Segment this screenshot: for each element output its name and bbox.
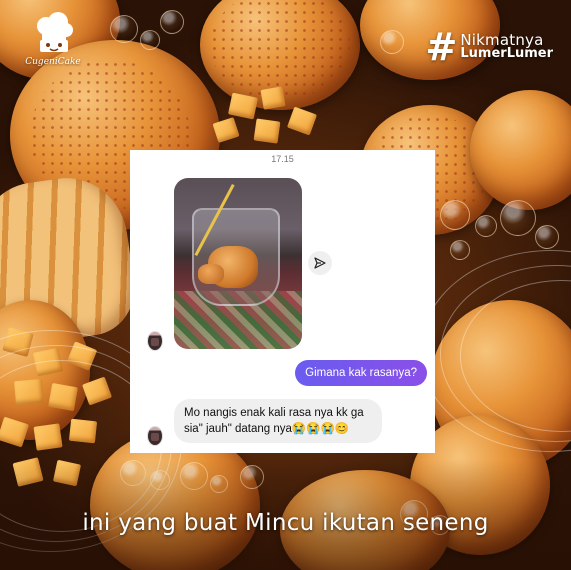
chef-cake-icon xyxy=(37,12,73,52)
caption-text: ini yang buat Mincu ikutan seneng xyxy=(82,510,489,536)
sent-message-bubble[interactable]: Gimana kak rasanya? xyxy=(295,360,427,386)
hashtag-label: # Nikmatnya LumerLumer xyxy=(425,25,553,69)
send-icon xyxy=(314,257,326,269)
avatar[interactable] xyxy=(147,426,163,446)
chat-screenshot-card: 17.15 Gimana kak rasanya? Mo nangis enak… xyxy=(130,150,435,453)
brand-logo: CugeniCake xyxy=(18,12,88,67)
shared-photo-message[interactable] xyxy=(174,178,302,349)
logo-text: CugeniCake xyxy=(25,57,81,67)
hashtag-line-1: Nikmatnya xyxy=(460,31,544,49)
chat-timestamp: 17.15 xyxy=(271,154,294,164)
share-button[interactable] xyxy=(308,251,332,275)
avatar[interactable] xyxy=(147,331,163,351)
hashtag-line-2: LumerLumer xyxy=(460,46,553,61)
hash-mark: # xyxy=(425,25,458,69)
received-message-bubble[interactable]: Mo nangis enak kali rasa nya kk ga sia" … xyxy=(174,399,382,443)
